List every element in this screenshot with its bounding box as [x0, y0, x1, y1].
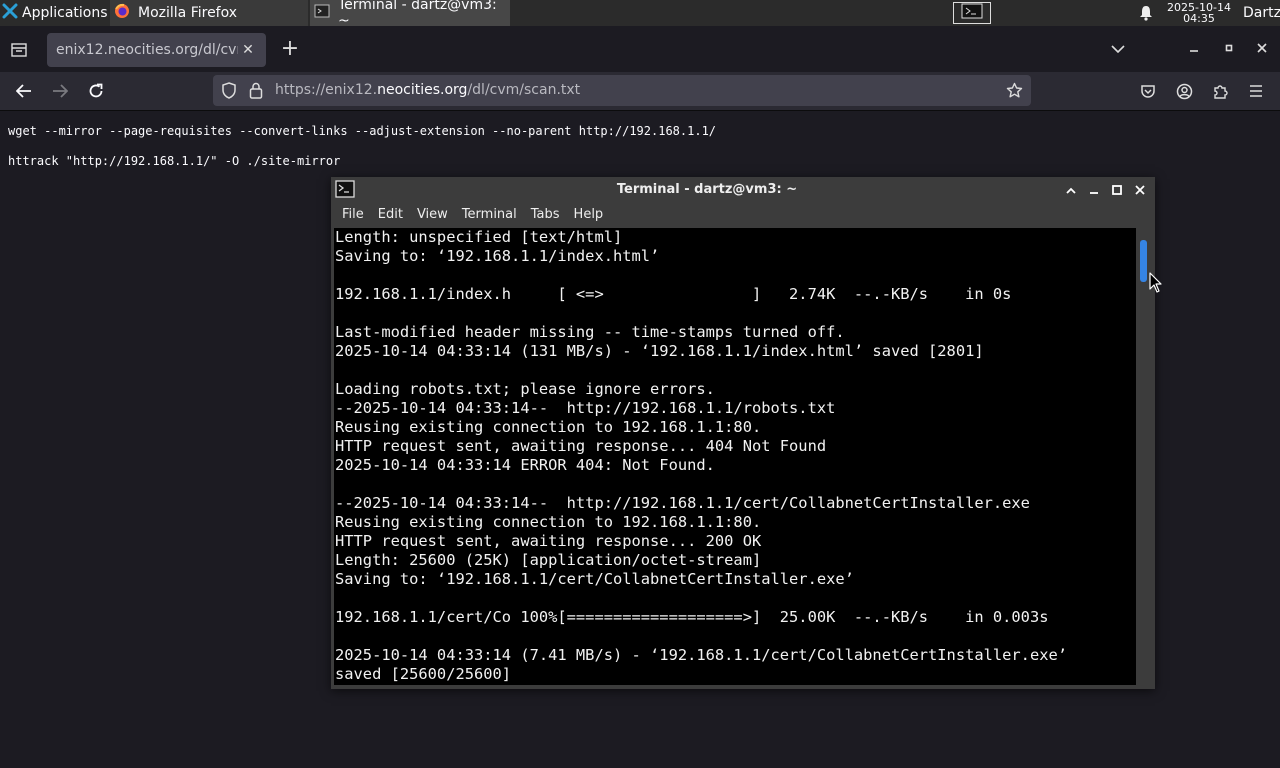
terminal-line: 2025-10-14 04:33:14 ERROR 404: Not Found… [335, 456, 715, 474]
terminal-line: 2025-10-14 04:33:14 (131 MB/s) - ‘192.16… [335, 342, 984, 360]
url-path: /dl/cvm/scan.txt [467, 82, 581, 98]
top-panel: Applications Mozilla Firefox Terminal - … [0, 0, 1280, 29]
terminal-line: 2025-10-14 04:33:14 (7.41 MB/s) - ‘192.1… [335, 646, 1068, 664]
terminal-titlebar[interactable]: Terminal - dartz@vm3: ~ [331, 177, 1155, 202]
terminal-line: Last-modified header missing -- time-sta… [335, 323, 845, 341]
terminal-line: Length: 25600 (25K) [application/octet-s… [335, 551, 762, 569]
clock-time: 04:35 [1183, 12, 1215, 25]
terminal-screen[interactable]: Length: unspecified [text/html] Saving t… [334, 228, 1136, 685]
taskbar-item-terminal[interactable]: Terminal - dartz@vm3: ~ [310, 0, 510, 29]
tab-title: enix12.neocities.org/dl/cvm/scan.txt [56, 42, 238, 58]
extensions-icon[interactable] [1207, 79, 1233, 103]
taskbar-item-firefox[interactable]: Mozilla Firefox [110, 0, 308, 26]
shield-icon[interactable] [221, 82, 237, 103]
notification-bell-icon[interactable] [1136, 0, 1156, 26]
forward-arrow-icon[interactable] [47, 79, 73, 103]
chevron-up-icon[interactable] [1061, 180, 1081, 200]
minimize-icon[interactable] [1184, 38, 1204, 58]
mouse-pointer-icon [1149, 272, 1163, 298]
url-host: neocities.org [377, 82, 468, 98]
terminal-line: Saving to: ‘192.168.1.1/index.html’ [335, 247, 660, 265]
workspace-switcher-button[interactable] [951, 0, 993, 26]
xfce-logo-icon [2, 3, 18, 23]
menu-edit[interactable]: Edit [371, 204, 410, 226]
bookmark-star-icon[interactable] [1006, 82, 1023, 103]
page-text-line: httrack "http://192.168.1.1/" -O ./site-… [8, 154, 341, 168]
maximize-icon[interactable] [1219, 38, 1239, 58]
applications-label: Applications [22, 5, 108, 21]
hamburger-menu-icon[interactable] [1243, 79, 1269, 103]
terminal-line: Loading robots.txt; please ignore errors… [335, 380, 715, 398]
terminal-menubar: File Edit View Terminal Tabs Help [331, 203, 1155, 227]
terminal-line: Saving to: ‘192.168.1.1/cert/CollabnetCe… [335, 570, 854, 588]
account-icon[interactable] [1171, 79, 1197, 103]
terminal-line: Length: unspecified [text/html] [335, 228, 623, 246]
pocket-icon[interactable] [1135, 79, 1161, 103]
menu-file[interactable]: File [335, 204, 371, 226]
terminal-output: Length: unspecified [text/html] Saving t… [335, 228, 1067, 684]
url-prefix: https://enix12. [275, 82, 378, 98]
firefox-view-icon[interactable] [8, 40, 30, 60]
terminal-line: 192.168.1.1/index.h [ <=> ] 2.74K --.-KB… [335, 285, 1012, 303]
terminal-icon [961, 3, 983, 23]
terminal-line: HTTP request sent, awaiting response... … [335, 532, 762, 550]
back-arrow-icon[interactable] [11, 79, 37, 103]
browser-nav-bar: https://enix12.neocities.org/dl/cvm/scan… [0, 72, 1280, 111]
lock-icon[interactable] [249, 82, 263, 103]
firefox-icon [114, 3, 130, 23]
tab-close-icon[interactable]: ✕ [238, 42, 258, 58]
scrollbar-thumb[interactable] [1140, 240, 1147, 282]
reload-icon[interactable] [83, 79, 109, 103]
close-icon[interactable] [1252, 38, 1272, 58]
browser-tab[interactable]: enix12.neocities.org/dl/cvm/scan.txt ✕ [47, 33, 266, 67]
user-menu[interactable]: Dartz [1240, 0, 1280, 26]
minimize-icon[interactable] [1084, 180, 1104, 200]
close-icon[interactable] [1130, 180, 1150, 200]
terminal-line: Reusing existing connection to 192.168.1… [335, 513, 762, 531]
terminal-icon [314, 3, 330, 23]
terminal-title: Terminal - dartz@vm3: ~ [616, 182, 798, 197]
panel-clock[interactable]: 2025-10-14 04:35 [1164, 0, 1234, 26]
url-text: https://enix12.neocities.org/dl/cvm/scan… [275, 75, 580, 106]
menu-tabs[interactable]: Tabs [524, 204, 567, 226]
terminal-line: --2025-10-14 04:33:14-- http://192.168.1… [335, 399, 836, 417]
new-tab-icon[interactable]: + [279, 37, 301, 63]
menu-help[interactable]: Help [567, 204, 611, 226]
terminal-line: HTTP request sent, awaiting response... … [335, 437, 827, 455]
browser-tab-bar: enix12.neocities.org/dl/cvm/scan.txt ✕ + [0, 26, 1280, 72]
terminal-window: Terminal - dartz@vm3: ~ File Edit View T… [331, 177, 1155, 689]
terminal-line: 192.168.1.1/cert/Co 100%[===============… [335, 608, 1049, 626]
terminal-line: saved [25600/25600] [335, 665, 512, 683]
menu-terminal[interactable]: Terminal [455, 204, 524, 226]
taskbar-item-label: Mozilla Firefox [138, 5, 238, 21]
terminal-line: --2025-10-14 04:33:14-- http://192.168.1… [335, 494, 1030, 512]
user-name: Dartz [1243, 5, 1280, 21]
page-text-line: wget --mirror --page-requisites --conver… [8, 124, 717, 138]
taskbar-item-label: Terminal - dartz@vm3: ~ [338, 0, 497, 29]
terminal-line: Reusing existing connection to 192.168.1… [335, 418, 762, 436]
applications-menu-button[interactable]: Applications [0, 0, 108, 26]
chevron-down-icon[interactable] [1106, 37, 1130, 61]
menu-view[interactable]: View [410, 204, 455, 226]
url-bar[interactable]: https://enix12.neocities.org/dl/cvm/scan… [213, 75, 1031, 106]
maximize-icon[interactable] [1107, 180, 1127, 200]
